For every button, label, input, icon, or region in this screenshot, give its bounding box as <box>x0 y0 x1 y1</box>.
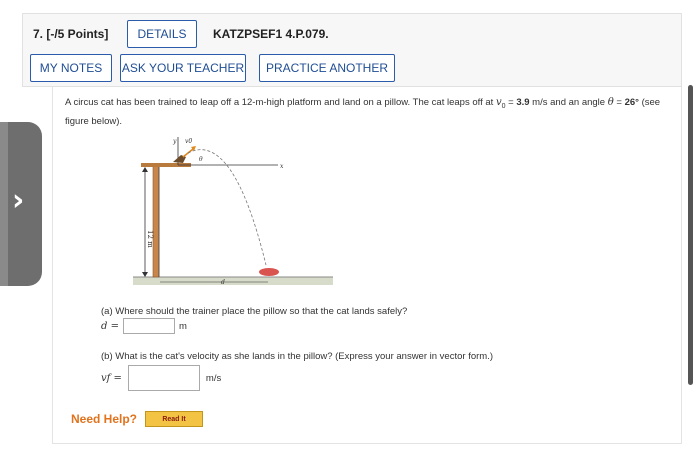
v0-equals: = <box>505 97 517 108</box>
v0-value: 3.9 <box>516 97 530 108</box>
practice-another-button[interactable]: PRACTICE ANOTHER <box>259 54 395 82</box>
ask-teacher-button[interactable]: ASK YOUR TEACHER <box>120 54 246 82</box>
part-a-input[interactable] <box>122 318 175 334</box>
ground <box>133 277 333 285</box>
v0-label: v0 <box>185 138 192 145</box>
theta-value: 26° <box>624 97 639 108</box>
problem-text: A circus cat has been trained to leap of… <box>65 97 496 108</box>
read-it-button[interactable]: Read It <box>145 411 204 427</box>
side-nav-tab[interactable]: › <box>0 122 42 286</box>
pillow <box>259 268 279 276</box>
platform-pole <box>152 164 160 278</box>
part-a-var-label: d = <box>101 320 119 332</box>
trajectory <box>187 149 267 266</box>
question-code: KATZPSEF1 4.P.079. <box>213 27 329 41</box>
x-label: x <box>280 163 284 170</box>
chevron-right-icon: › <box>12 183 25 218</box>
part-a-answer-row: d = m <box>101 318 187 334</box>
need-help: Need Help? Read It <box>71 411 204 427</box>
theta-label: θ <box>199 156 203 163</box>
d-label: d <box>221 279 225 285</box>
problem-statement: A circus cat has been trained to leap of… <box>65 95 671 129</box>
question-content: A circus cat has been trained to leap of… <box>52 87 682 444</box>
part-a-unit: m <box>178 320 187 332</box>
part-b-unit: m/s <box>205 372 222 384</box>
height-arrow-bottom <box>142 272 148 277</box>
part-b-var-label: vf = <box>101 372 122 384</box>
part-b-input[interactable] <box>127 365 200 391</box>
height-label: 12 m <box>146 230 154 248</box>
details-button[interactable]: DETAILS <box>127 20 197 48</box>
my-notes-button[interactable]: MY NOTES <box>30 54 112 82</box>
theta-equals: = <box>613 97 625 108</box>
problem-text-2: m/s and an angle <box>529 97 608 108</box>
question-number: 7. [-/5 Points] <box>33 27 109 41</box>
circus-cat-figure: 12 m y x v0 θ d <box>133 137 333 285</box>
part-a-question: (a) Where should the trainer place the p… <box>101 306 408 317</box>
height-arrow-top <box>142 167 148 172</box>
need-help-label: Need Help? <box>71 412 138 426</box>
part-b-question: (b) What is the cat's velocity as she la… <box>101 351 493 362</box>
y-label: y <box>172 138 177 145</box>
question-header: 7. [-/5 Points] DETAILS KATZPSEF1 4.P.07… <box>22 13 682 87</box>
part-b-answer-row: vf = m/s <box>101 365 221 391</box>
scrollbar[interactable] <box>688 85 693 385</box>
